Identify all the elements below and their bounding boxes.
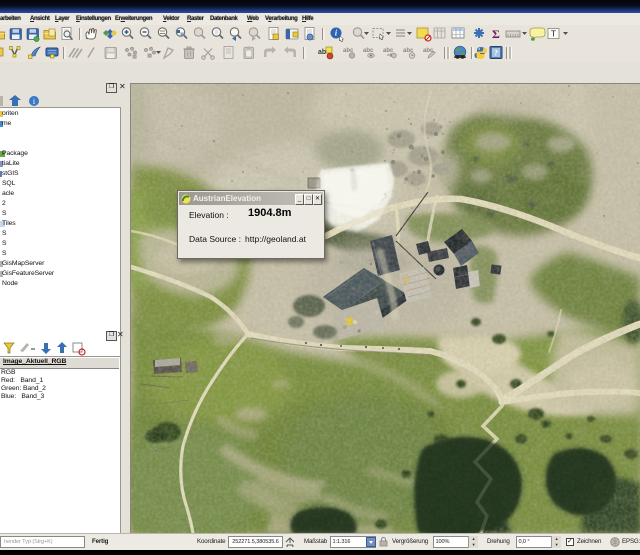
svg-text:ab: ab (318, 49, 326, 56)
svg-text:?: ? (494, 49, 498, 58)
svg-text:T: T (551, 29, 556, 39)
svg-text:Σ: Σ (492, 27, 500, 41)
